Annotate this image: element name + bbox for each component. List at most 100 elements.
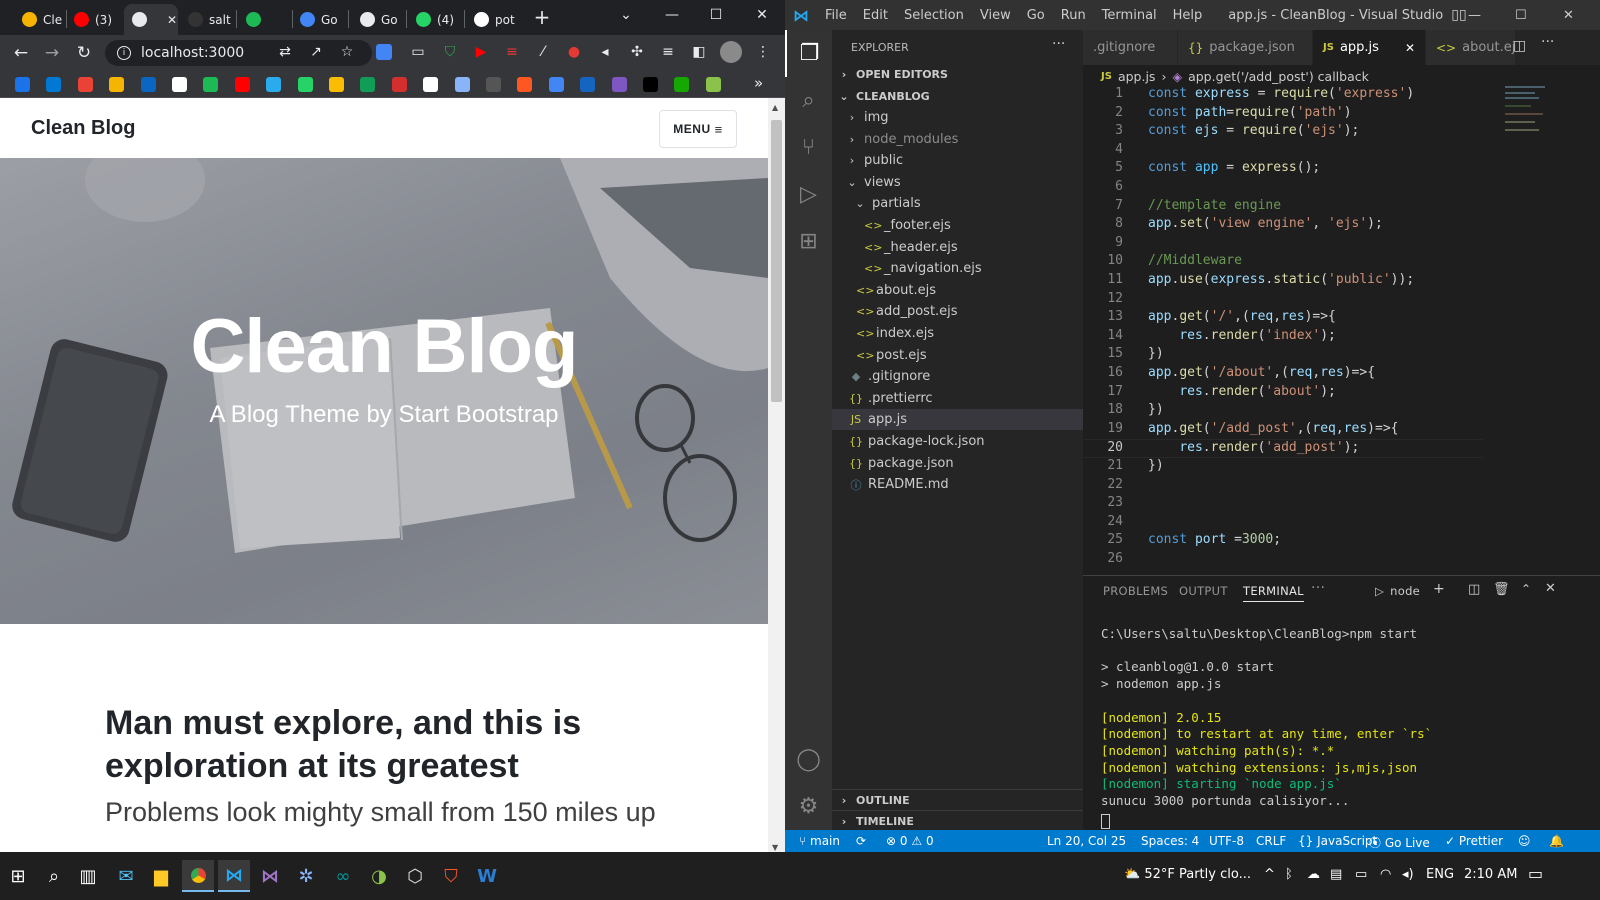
bookmark-favicon-icon[interactable] bbox=[109, 77, 125, 92]
tree-item[interactable]: › img bbox=[832, 107, 1083, 128]
feedback-icon[interactable]: ☺ bbox=[1518, 834, 1531, 848]
accounts-icon[interactable]: ◯ bbox=[785, 736, 832, 783]
browser-tab[interactable]: ✕ bbox=[124, 4, 178, 35]
sync-icon[interactable]: ⟳ bbox=[856, 834, 866, 848]
more-bookmarks-icon[interactable]: » bbox=[754, 74, 763, 92]
browser-tab[interactable]: pot bbox=[466, 4, 522, 35]
indentation[interactable]: Spaces: 4 bbox=[1141, 834, 1199, 848]
code-line[interactable]: 15}) bbox=[1083, 346, 1503, 365]
bookmark-favicon-icon[interactable] bbox=[360, 77, 376, 92]
go-live-button[interactable]: ⦿ Go Live bbox=[1369, 834, 1430, 851]
code-area[interactable]: 1 const express = require('express') 2 cons… bbox=[1083, 86, 1600, 576]
terminal-output[interactable]: C:\Users\saltu\Desktop\CleanBlog>npm sta… bbox=[1083, 626, 1600, 831]
breadcrumb-symbol[interactable]: app.get('/add_post') callback bbox=[1188, 69, 1369, 84]
tree-item[interactable]: ⌄ partials bbox=[832, 193, 1083, 214]
task-view-icon[interactable]: ▥ bbox=[72, 860, 104, 892]
cursor-position[interactable]: Ln 20, Col 25 bbox=[1047, 834, 1126, 848]
code-line[interactable]: 4 bbox=[1083, 142, 1503, 161]
maximize-panel-icon[interactable]: ⌃ bbox=[1521, 582, 1531, 596]
code-line[interactable]: 21}) bbox=[1083, 458, 1503, 477]
back-icon[interactable]: ← bbox=[8, 40, 34, 66]
side-panel-icon[interactable]: ◧ bbox=[689, 42, 709, 62]
extension-youtube-icon[interactable]: ▶ bbox=[471, 42, 491, 62]
onedrive-icon[interactable]: ☁ bbox=[1307, 867, 1320, 882]
visual-studio-icon[interactable]: ⋈ bbox=[254, 860, 286, 892]
close-tab-icon[interactable]: ✕ bbox=[1405, 41, 1415, 55]
share-icon[interactable]: ↗ bbox=[306, 42, 326, 62]
tree-item[interactable]: › node_modules bbox=[832, 129, 1083, 150]
bookmark-favicon-icon[interactable] bbox=[674, 77, 690, 92]
word-icon[interactable]: W bbox=[471, 860, 503, 892]
extension-translate-icon[interactable] bbox=[376, 44, 392, 60]
tree-item[interactable]: ◆ .gitignore bbox=[832, 366, 1083, 387]
bookmark-favicon-icon[interactable] bbox=[423, 77, 439, 92]
tree-item[interactable]: <> about.ejs bbox=[832, 280, 1083, 301]
bookmark-star-icon[interactable]: ☆ bbox=[337, 42, 357, 62]
browser-tab[interactable]: salt bbox=[180, 4, 232, 35]
tree-item[interactable]: <> _navigation.ejs bbox=[832, 258, 1083, 279]
explorer-more-icon[interactable]: ··· bbox=[1052, 36, 1065, 52]
menu-button[interactable]: MENU ≡ bbox=[659, 110, 737, 148]
branch-indicator[interactable]: ⑂ main bbox=[799, 834, 840, 848]
vscode-taskbar-icon[interactable]: ⋈ bbox=[218, 860, 250, 892]
extension-print-icon[interactable]: ▭ bbox=[408, 42, 428, 62]
bluetooth-icon[interactable]: ᛒ bbox=[1285, 867, 1293, 882]
code-line[interactable]: 9 bbox=[1083, 235, 1503, 254]
extensions-puzzle-icon[interactable]: ✣ bbox=[627, 42, 647, 62]
profile-avatar[interactable] bbox=[720, 41, 742, 63]
code-line[interactable]: 26 bbox=[1083, 551, 1503, 570]
encoding[interactable]: UTF-8 bbox=[1209, 834, 1244, 848]
menu-view[interactable]: View bbox=[972, 8, 1019, 23]
bookmark-favicon-icon[interactable] bbox=[611, 77, 627, 92]
tree-item[interactable]: › public bbox=[832, 150, 1083, 171]
menu-help[interactable]: Help bbox=[1165, 8, 1211, 23]
split-editor-icon[interactable]: ◫ bbox=[1513, 38, 1526, 54]
notification-center-icon[interactable]: ▭ bbox=[1528, 864, 1543, 883]
tray-expand-icon[interactable]: ^ bbox=[1264, 867, 1275, 882]
close-panel-icon[interactable]: ✕ bbox=[1545, 581, 1556, 596]
panel-tab-terminal[interactable]: TERMINAL bbox=[1243, 584, 1304, 602]
bookmark-favicon-icon[interactable] bbox=[46, 77, 62, 92]
browser-tab[interactable]: Go bbox=[292, 4, 344, 35]
file-explorer-icon[interactable]: ▆ bbox=[145, 860, 177, 892]
language-indicator[interactable]: ENG bbox=[1426, 867, 1454, 882]
code-line[interactable]: 10 //Middleware bbox=[1083, 253, 1503, 272]
translate-icon[interactable]: ⇄ bbox=[275, 42, 295, 62]
editor-tab[interactable]: .gitignore bbox=[1083, 30, 1178, 65]
extensions-icon[interactable]: ⊞ bbox=[785, 218, 832, 265]
prettier-button[interactable]: ✓ Prettier bbox=[1445, 834, 1503, 848]
bookmark-favicon-icon[interactable] bbox=[203, 77, 219, 92]
site-info-icon[interactable]: i bbox=[117, 46, 131, 60]
scrollbar-thumb[interactable] bbox=[771, 120, 782, 402]
extension-todoist-icon[interactable]: ≡ bbox=[502, 42, 522, 62]
manage-gear-icon[interactable]: ⚙ bbox=[785, 783, 832, 830]
battery-icon[interactable]: ▭ bbox=[1355, 867, 1367, 882]
code-line[interactable]: 22 bbox=[1083, 477, 1503, 496]
notifications-bell-icon[interactable]: 🔔 bbox=[1549, 834, 1564, 848]
extension-record-icon[interactable]: ● bbox=[564, 42, 584, 62]
bookmark-favicon-icon[interactable] bbox=[15, 77, 30, 92]
tree-item[interactable]: JS app.js bbox=[832, 409, 1083, 431]
post-subtitle[interactable]: Problems look mighty small from 150 mile… bbox=[105, 795, 675, 829]
bookmark-favicon-icon[interactable] bbox=[266, 77, 282, 92]
bookmark-favicon-icon[interactable] bbox=[329, 77, 344, 92]
bookmark-favicon-icon[interactable] bbox=[297, 77, 313, 92]
code-line[interactable]: 11 app.use(express.static('public')); bbox=[1083, 272, 1503, 291]
run-debug-icon[interactable]: ▷ bbox=[785, 171, 832, 218]
bookmark-favicon-icon[interactable] bbox=[705, 77, 721, 92]
wifi-icon[interactable]: ◠ bbox=[1380, 867, 1391, 882]
code-line[interactable]: 7 //template engine bbox=[1083, 198, 1503, 217]
extension-audio-icon[interactable]: ◂ bbox=[595, 42, 615, 62]
browser-tab[interactable]: (3) bbox=[66, 4, 118, 35]
browser-menu-icon[interactable]: ⋮ bbox=[753, 42, 773, 62]
scroll-down-arrow-icon[interactable]: ▼ bbox=[772, 843, 778, 852]
minimize-icon[interactable]: — bbox=[650, 0, 694, 30]
editor-more-icon[interactable]: ··· bbox=[1541, 34, 1554, 50]
project-section[interactable]: ⌄ CLEANBLOG bbox=[832, 86, 1083, 107]
tree-item[interactable]: {} package.json bbox=[832, 453, 1083, 474]
tree-item[interactable]: <> post.ejs bbox=[832, 345, 1083, 366]
bookmark-favicon-icon[interactable] bbox=[517, 77, 533, 92]
bookmark-favicon-icon[interactable] bbox=[486, 77, 501, 92]
bookmark-favicon-icon[interactable] bbox=[643, 77, 658, 92]
problems-indicator[interactable]: ⊗ 0 ⚠ 0 bbox=[886, 834, 934, 848]
